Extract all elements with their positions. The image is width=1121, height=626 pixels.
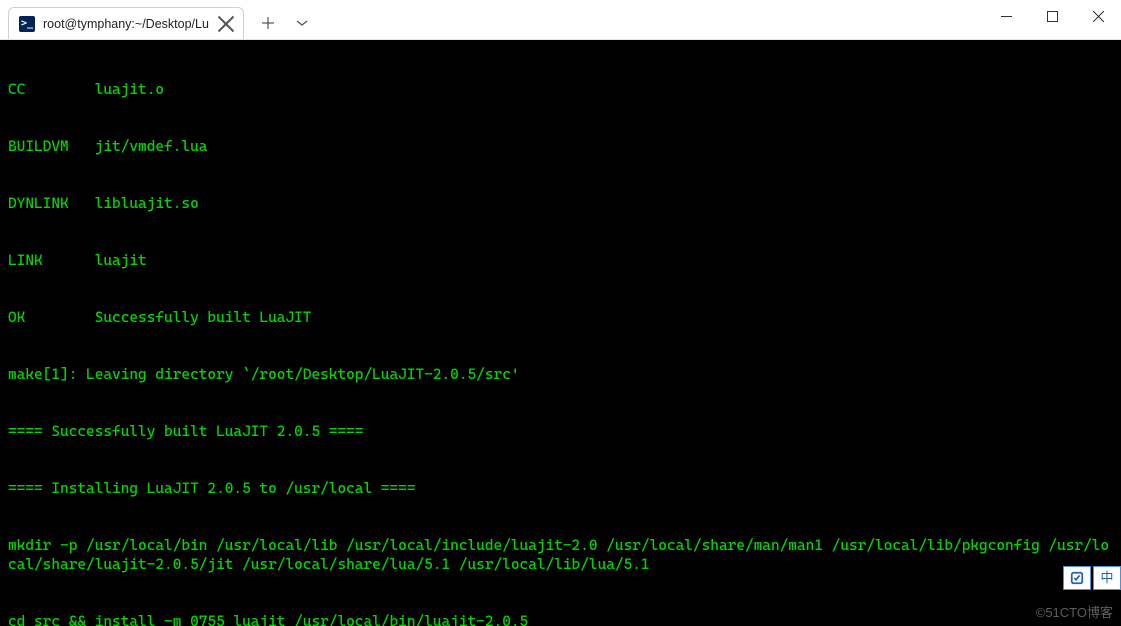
tab-dropdown-button[interactable] bbox=[286, 7, 318, 39]
powershell-icon: >_ bbox=[19, 16, 35, 32]
terminal-line: cd src && install -m 0755 luajit /usr/lo… bbox=[8, 612, 1113, 626]
terminal-line: LINK luajit bbox=[8, 251, 1113, 270]
titlebar: >_ root@tymphany:~/Desktop/Lu bbox=[0, 0, 1121, 40]
terminal-line: DYNLINK libluajit.so bbox=[8, 194, 1113, 213]
watermark: ©51CTO博客 bbox=[1036, 603, 1113, 622]
maximize-button[interactable] bbox=[1029, 0, 1075, 32]
terminal-line: OK Successfully built LuaJIT bbox=[8, 308, 1113, 327]
new-tab-button[interactable] bbox=[252, 7, 284, 39]
ime-language-button[interactable]: 中 bbox=[1093, 566, 1121, 590]
tab-close-button[interactable] bbox=[217, 15, 235, 33]
terminal-line: mkdir -p /usr/local/bin /usr/local/lib /… bbox=[8, 536, 1113, 574]
tab-strip: >_ root@tymphany:~/Desktop/Lu bbox=[0, 0, 318, 39]
close-icon bbox=[1093, 11, 1104, 22]
minimize-button[interactable] bbox=[983, 0, 1029, 32]
close-icon bbox=[217, 15, 235, 33]
plus-icon bbox=[262, 17, 274, 29]
terminal-line: BUILDVM jit/vmdef.lua bbox=[8, 137, 1113, 156]
terminal-line: ==== Installing LuaJIT 2.0.5 to /usr/loc… bbox=[8, 479, 1113, 498]
terminal-output[interactable]: CC luajit.o BUILDVM jit/vmdef.lua DYNLIN… bbox=[0, 40, 1121, 626]
ime-toggle-button[interactable] bbox=[1063, 566, 1091, 590]
terminal-line: CC luajit.o bbox=[8, 80, 1113, 99]
window-controls bbox=[983, 0, 1121, 39]
terminal-line: ==== Successfully built LuaJIT 2.0.5 ===… bbox=[8, 422, 1113, 441]
minimize-icon bbox=[1001, 11, 1012, 22]
ime-indicator: 中 bbox=[1063, 566, 1121, 590]
close-window-button[interactable] bbox=[1075, 0, 1121, 32]
terminal-tab[interactable]: >_ root@tymphany:~/Desktop/Lu bbox=[8, 7, 244, 39]
chevron-down-icon bbox=[296, 19, 308, 27]
checkbox-icon bbox=[1070, 571, 1084, 585]
terminal-line: make[1]: Leaving directory `/root/Deskto… bbox=[8, 365, 1113, 384]
tab-title: root@tymphany:~/Desktop/Lu bbox=[43, 17, 209, 31]
maximize-icon bbox=[1047, 11, 1058, 22]
